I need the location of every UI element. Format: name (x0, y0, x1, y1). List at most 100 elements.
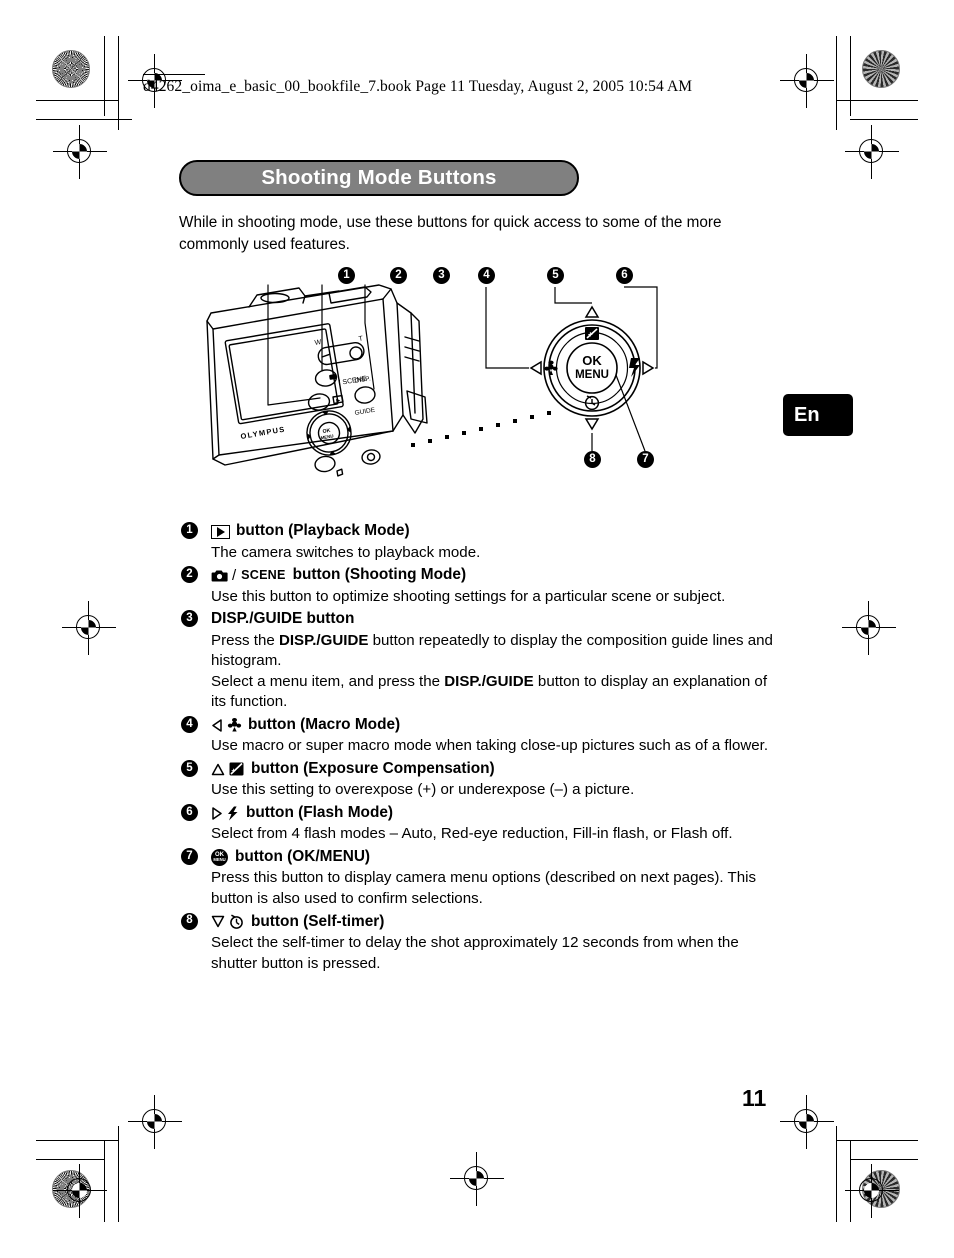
camera-icon (211, 569, 228, 582)
registration-starburst-top-left (52, 50, 90, 88)
svg-text:OLYMPUS: OLYMPUS (240, 425, 286, 441)
registration-crosshair-mid-left (62, 601, 116, 655)
item-number-1: 1 (181, 522, 198, 540)
item-heading-text-3: DISP./GUIDE button (211, 610, 355, 628)
registration-crosshair-mid-right (842, 601, 896, 655)
crop-mark (36, 119, 132, 120)
svg-text:DISP.: DISP. (354, 376, 371, 386)
item-body-5: Use this setting to overexpose (+) or un… (211, 781, 635, 799)
item-heading-2: / SCENE button (Shooting Mode) (211, 565, 779, 585)
page-content: Shooting Mode Buttons While in shooting … (179, 160, 779, 976)
item-heading-8: button (Self-timer) (211, 912, 779, 932)
item-heading-text-1: button (Playback Mode) (236, 522, 410, 540)
item-heading-1: button (Playback Mode) (211, 521, 779, 541)
item-number-4: 4 (181, 715, 198, 733)
registration-crosshair-bottom-center (450, 1152, 504, 1206)
registration-crosshair-bottom-left (128, 1095, 182, 1149)
arrow-down-icon (211, 915, 225, 928)
svg-text:T: T (358, 336, 364, 344)
item-body-1: The camera switches to playback mode. (211, 543, 481, 561)
item-body-3-line1-pre: Press the (211, 631, 279, 649)
item-body-3: Press the DISP./GUIDE button repeatedly … (211, 631, 783, 713)
item-number-6: 6 (181, 803, 198, 821)
item-number-3: 3 (181, 610, 198, 628)
section-title-banner: Shooting Mode Buttons (179, 160, 579, 196)
svg-text:W: W (314, 339, 322, 347)
separator-slash: / (232, 566, 237, 584)
list-item-8: 8 button (Self-timer) Select the self-ti… (179, 912, 779, 975)
playback-icon (211, 524, 230, 539)
item-body-7: Press this button to display camera menu… (211, 869, 757, 907)
item-body-3-line1-bold: DISP./GUIDE (278, 631, 369, 649)
button-description-list: 1 button (Playback Mode) The camera swit… (179, 521, 779, 974)
crop-mark (850, 1159, 918, 1160)
page-title: Shooting Mode Buttons (261, 166, 497, 189)
list-item-2: 2 / SCENE button (Shooting Mode) Use thi… (179, 565, 779, 607)
crop-mark (836, 1140, 918, 1141)
crop-mark (118, 36, 119, 130)
item-heading-text-2: button (Shooting Mode) (292, 566, 467, 584)
item-number-8: 8 (181, 912, 198, 930)
header-rule (143, 74, 205, 75)
list-item-7: 7 OK MENU button (OK/MENU) Press this bu… (179, 847, 779, 910)
page-number: 11 (742, 1085, 767, 1111)
macro-flower-icon (227, 718, 246, 732)
file-header-text: d4262_oima_e_basic_00_bookfile_7.book Pa… (143, 78, 693, 95)
item-heading-6: button (Flash Mode) (211, 803, 779, 823)
registration-crosshair-left-upper (53, 125, 107, 179)
registration-crosshair-top-right (780, 54, 834, 108)
registration-starburst-top-right (862, 50, 900, 88)
item-body-4: Use macro or super macro mode when takin… (211, 737, 769, 755)
registration-crosshair-bottom-right (780, 1095, 834, 1149)
registration-crosshair-left-lower (53, 1164, 107, 1218)
ok-menu-icon: OK MENU (211, 848, 228, 866)
crop-mark (850, 119, 918, 120)
item-body-8: Select the self-timer to delay the shot … (211, 933, 739, 972)
list-item-5: 5 + button (Exposure Compensation) Use t… (179, 759, 779, 801)
svg-text:GUIDE: GUIDE (354, 407, 376, 417)
svg-text:MENU: MENU (575, 369, 609, 381)
item-body-3-line2-pre: Select a menu item, and press the (211, 672, 445, 690)
item-heading-7: OK MENU button (OK/MENU) (211, 847, 779, 867)
camera-illustration: OLYMPUS W T / SCENE DISP. GUIDE OK MENU … (206, 284, 658, 478)
crop-mark (836, 100, 918, 101)
item-heading-5: + button (Exposure Compensation) (211, 759, 779, 779)
crop-mark (850, 36, 851, 116)
self-timer-icon (229, 914, 249, 930)
item-heading-text-6: button (Flash Mode) (246, 803, 394, 821)
item-heading-text-8: button (Self-timer) (251, 912, 385, 930)
item-heading-4: button (Macro Mode) (211, 715, 779, 735)
list-item-6: 6 button (Flash Mode) Select from 4 flas… (179, 803, 779, 845)
list-item-4: 4 button (Macro Mode) Use macro or super… (179, 715, 779, 757)
item-body-2: Use this button to optimize shooting set… (211, 587, 726, 605)
crop-mark (104, 36, 105, 116)
scene-label: SCENE (241, 568, 286, 583)
svg-text:OK: OK (582, 353, 602, 368)
language-tab-label: En (794, 403, 820, 426)
list-item-3: 3 DISP./GUIDE button Press the DISP./GUI… (179, 609, 779, 713)
arrow-right-icon (211, 806, 223, 820)
language-tab: En (783, 394, 853, 436)
dotted-leader-line (411, 411, 551, 448)
crop-mark (36, 1159, 104, 1160)
item-body-3-line2-bold: DISP./GUIDE (444, 672, 534, 690)
flash-bolt-icon (227, 806, 244, 821)
arrow-left-icon (211, 718, 223, 732)
crop-mark (118, 1126, 119, 1222)
item-body-6: Select from 4 flash modes – Auto, Red-ey… (211, 825, 733, 843)
arrow-up-icon (211, 763, 225, 776)
crop-mark (36, 1140, 118, 1141)
figure-camera-callouts: OLYMPUS W T / SCENE DISP. GUIDE OK MENU … (179, 263, 779, 515)
item-number-2: 2 (181, 566, 198, 584)
crop-mark (36, 100, 118, 101)
crop-mark (836, 36, 837, 130)
svg-text:+: + (231, 766, 236, 775)
ok-menu-icon-menu: MENU (213, 857, 226, 862)
item-number-5: 5 (181, 759, 198, 777)
item-number-7: 7 (181, 847, 198, 865)
list-item-1: 1 button (Playback Mode) The camera swit… (179, 521, 779, 563)
item-heading-text-4: button (Macro Mode) (248, 715, 401, 733)
intro-paragraph: While in shooting mode, use these button… (179, 214, 722, 253)
item-heading-text-7: button (OK/MENU) (235, 847, 371, 865)
item-heading-text-5: button (Exposure Compensation) (251, 759, 495, 777)
